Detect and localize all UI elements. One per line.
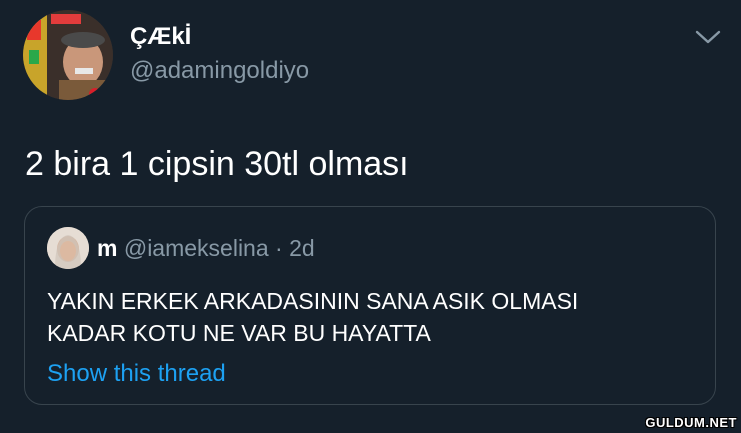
author-handle[interactable]: @adamingoldiyo — [130, 56, 309, 86]
author-display-name[interactable]: ÇÆkİ — [130, 22, 191, 52]
avatar-photo-icon — [23, 10, 113, 100]
header-separator: · — [275, 235, 283, 261]
quoted-author-display-name[interactable]: m — [97, 235, 117, 261]
quoted-author-avatar[interactable] — [47, 227, 89, 269]
avatar-photo-icon — [47, 227, 89, 269]
show-thread-link[interactable]: Show this thread — [47, 359, 226, 389]
quoted-tweet-text-line: KADAR KOTU NE VAR BU HAYATTA — [47, 320, 431, 346]
quoted-tweet-header: m @iamekselina · 2d — [97, 233, 315, 263]
quoted-tweet-text: YAKIN ERKEK ARKADASININ SANA ASIK OLMASI… — [47, 285, 687, 349]
quoted-tweet-text-line: YAKIN ERKEK ARKADASININ SANA ASIK OLMASI — [47, 288, 579, 314]
author-avatar[interactable] — [23, 10, 113, 100]
tweet-text: 2 bira 1 cipsin 30tl olması — [25, 145, 409, 183]
watermark: GULDUM.NET — [645, 415, 737, 430]
quoted-tweet-card[interactable]: m @iamekselina · 2d YAKIN ERKEK ARKADASI… — [24, 206, 716, 405]
quoted-author-handle[interactable]: @iamekselina — [124, 235, 269, 261]
chevron-down-icon[interactable] — [694, 26, 722, 48]
quoted-tweet-time[interactable]: 2d — [289, 235, 315, 261]
tweet: ÇÆkİ @adamingoldiyo 2 bira 1 cipsin 30tl… — [0, 0, 741, 433]
